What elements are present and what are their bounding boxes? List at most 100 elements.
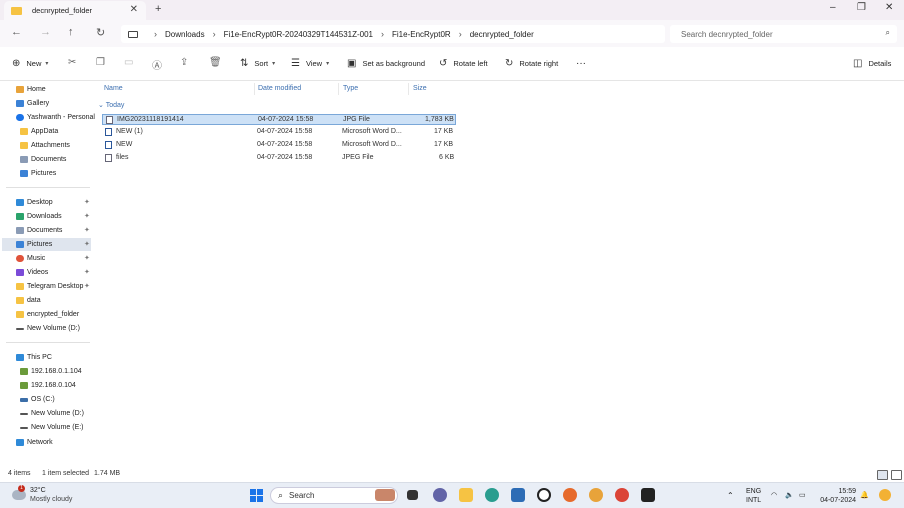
tiles-view-icon[interactable] (891, 470, 902, 480)
sidebar-item-attachments[interactable]: Attachments (20, 139, 70, 152)
copilot-icon[interactable] (879, 489, 891, 501)
share-icon[interactable]: ⇪ (180, 57, 188, 68)
sidebar-item-this-pc[interactable]: This PC (16, 351, 52, 364)
back-button[interactable]: ← (11, 26, 22, 38)
new-tab-button[interactable]: + (155, 3, 161, 15)
up-button[interactable]: ↑ (68, 26, 74, 38)
column-header-name[interactable]: Name (104, 85, 123, 92)
pin-icon[interactable]: ✦ (84, 240, 90, 248)
paste-icon[interactable]: ▭ (124, 57, 133, 68)
set-background-button[interactable]: ▣ Set as background (347, 58, 425, 69)
language-indicator[interactable]: ENG INTL (746, 487, 761, 505)
taskbar: 1 32°C Mostly cloudy ⌕ Search ⌃ ENG INTL … (0, 482, 904, 508)
sidebar-item-documents-cloud[interactable]: Documents (20, 153, 66, 166)
copy-icon[interactable]: ❐ (96, 57, 105, 68)
sort-button[interactable]: ⇅ Sort ▾ (240, 58, 275, 69)
new-button[interactable]: ⊕ New ▾ (12, 58, 48, 69)
close-button[interactable]: ✕ (885, 2, 893, 13)
bell-icon[interactable]: 🔔 (860, 491, 869, 500)
lang-secondary: INTL (746, 497, 762, 504)
firefox-icon[interactable] (563, 488, 577, 502)
details-button[interactable]: ◫ Details (853, 58, 891, 69)
pin-icon[interactable]: ✦ (84, 254, 90, 262)
sidebar-item-desktop[interactable]: Desktop (16, 196, 53, 209)
sidebar-item-telegram[interactable]: Telegram Desktop (16, 280, 83, 293)
pin-icon[interactable]: ✦ (84, 268, 90, 276)
sidebar-item-data[interactable]: data (16, 294, 41, 307)
view-button[interactable]: ☰ View ▾ (291, 58, 329, 69)
column-divider[interactable] (338, 83, 339, 95)
sidebar-item-encrypted-folder[interactable]: encrypted_folder (16, 308, 79, 321)
rotate-left-button[interactable]: ↺ Rotate left (439, 58, 488, 69)
sidebar-item-pictures-cloud[interactable]: Pictures (20, 167, 56, 180)
minimize-button[interactable]: – (830, 2, 836, 13)
sidebar-item-pc-volume-d[interactable]: New Volume (D:) (20, 407, 84, 420)
table-row[interactable]: IMG20231118191414 04-07-2024 15:58 JPG F… (102, 114, 456, 125)
breadcrumb-archive[interactable]: Fi1e-EncRypt0R-20240329T144531Z-001 (224, 30, 373, 39)
sidebar-item-pictures[interactable]: Pictures (2, 238, 91, 251)
pin-icon[interactable]: ✦ (84, 282, 90, 290)
sidebar-item-appdata[interactable]: AppData (20, 125, 58, 138)
chrome-icon[interactable] (615, 488, 629, 502)
breadcrumb-encryptor[interactable]: Fi1e-EncRypt0R (392, 30, 451, 39)
tab-close-icon[interactable]: ✕ (130, 4, 138, 15)
chevron-up-icon[interactable]: ⌃ (727, 491, 734, 500)
sidebar-item-downloads[interactable]: Downloads (16, 210, 62, 223)
file-explorer-icon[interactable] (459, 488, 473, 502)
breadcrumb-current[interactable]: decnrypted_folder (470, 30, 534, 39)
terminal-icon[interactable] (641, 488, 655, 502)
sidebar-item-os-c[interactable]: OS (C:) (20, 393, 55, 406)
forward-button[interactable]: → (40, 26, 51, 38)
sidebar-item-music[interactable]: Music (16, 252, 45, 265)
pin-icon[interactable]: ✦ (84, 198, 90, 206)
sidebar-item-share-2[interactable]: 192.168.0.104 (20, 379, 76, 392)
maximize-button[interactable]: ❐ (857, 2, 866, 13)
start-button[interactable] (250, 489, 263, 502)
column-header-date[interactable]: Date modified (258, 85, 301, 92)
search-input[interactable]: Search decnrypted_folder ⌕ (670, 25, 897, 43)
sidebar-item-onedrive[interactable]: Yashwanth - Personal (16, 111, 95, 124)
more-options-button[interactable]: ··· (576, 58, 586, 69)
tab-decnrypted-folder[interactable]: decnrypted_folder ✕ (4, 1, 146, 20)
delete-icon[interactable]: 🗑 (209, 57, 222, 68)
rotate-right-button[interactable]: ↻ Rotate right (505, 58, 558, 69)
clock[interactable]: 15:59 04-07-2024 (818, 487, 856, 505)
volume-icon[interactable]: 🔈 (785, 491, 794, 500)
item-count: 4 items (8, 470, 31, 477)
pin-icon[interactable]: ✦ (84, 212, 90, 220)
rename-icon[interactable]: Ⓐ (152, 57, 162, 72)
breadcrumb-downloads[interactable]: Downloads (165, 30, 205, 39)
column-header-type[interactable]: Type (343, 85, 358, 92)
task-view-icon[interactable] (407, 490, 418, 500)
refresh-button[interactable]: ↻ (96, 26, 105, 39)
store-icon[interactable] (511, 488, 525, 502)
wifi-icon[interactable]: ◠ (771, 491, 777, 500)
sidebar-item-network[interactable]: Network (16, 436, 53, 449)
sidebar-item-pc-volume-e[interactable]: New Volume (E:) (20, 421, 84, 434)
chevron-down-icon: ▾ (45, 61, 49, 67)
cut-icon[interactable]: ✂ (68, 57, 76, 68)
sidebar-item-share-1[interactable]: 192.168.0.1.104 (20, 365, 82, 378)
breadcrumb[interactable]: › Downloads › Fi1e-EncRypt0R-20240329T14… (121, 25, 665, 43)
group-header[interactable]: ⌄ Today (98, 101, 124, 109)
sidebar-item-label: Yashwanth - Personal (27, 114, 95, 121)
column-divider[interactable] (254, 83, 255, 95)
battery-icon[interactable]: ▭ (799, 491, 806, 500)
table-row[interactable]: NEW 04-07-2024 15:58 Microsoft Word D...… (102, 140, 456, 151)
column-divider[interactable] (408, 83, 409, 95)
pin-icon[interactable]: ✦ (84, 226, 90, 234)
column-header-size[interactable]: Size (413, 85, 427, 92)
sidebar-item-volume-d[interactable]: New Volume (D:) (16, 322, 80, 335)
sidebar-item-gallery[interactable]: Gallery (16, 97, 49, 110)
details-view-icon[interactable] (877, 470, 888, 480)
teams-icon[interactable] (433, 488, 447, 502)
dell-icon[interactable] (537, 488, 551, 502)
table-row[interactable]: files 04-07-2024 15:58 JPEG File 6 KB (102, 153, 456, 164)
edge-icon[interactable] (485, 488, 499, 502)
sidebar-item-documents[interactable]: Documents (16, 224, 62, 237)
sidebar-item-videos[interactable]: Videos (16, 266, 48, 279)
network-drive-icon (20, 382, 28, 389)
table-row[interactable]: NEW (1) 04-07-2024 15:58 Microsoft Word … (102, 127, 456, 138)
app-icon[interactable] (589, 488, 603, 502)
sidebar-item-home[interactable]: Home (16, 83, 46, 96)
